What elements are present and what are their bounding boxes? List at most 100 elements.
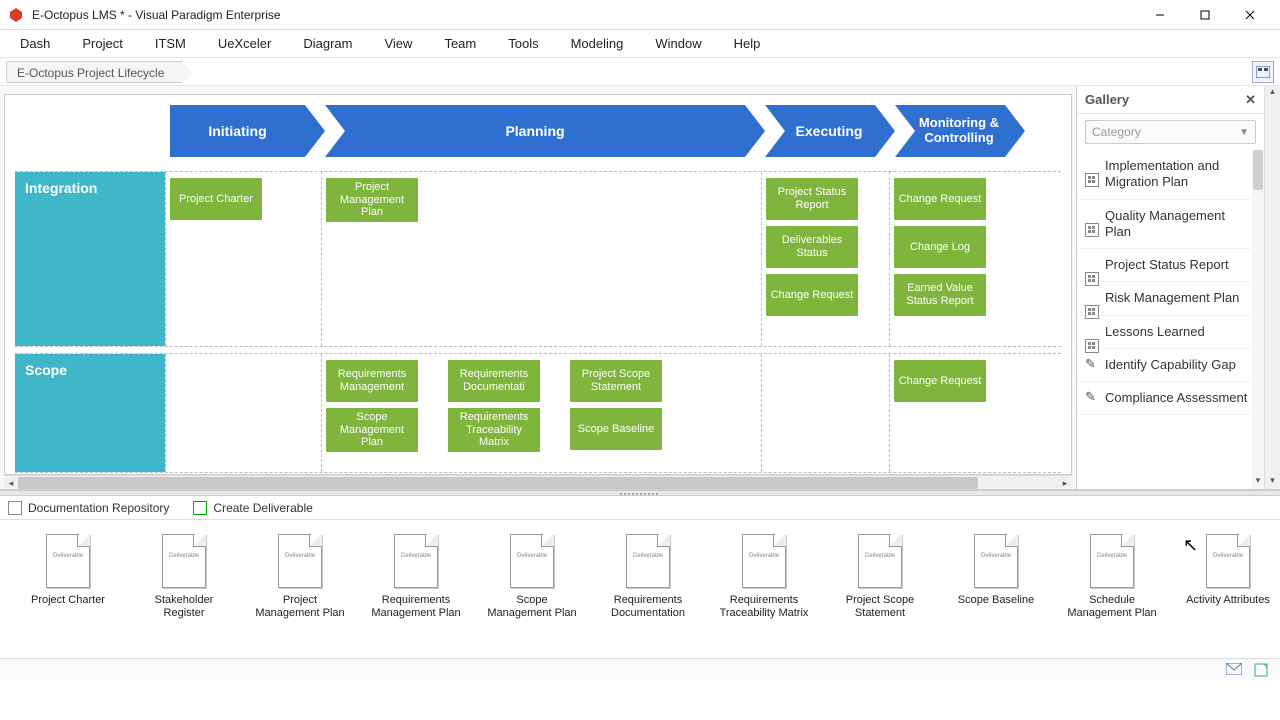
workspace: Initiating Planning Executing Monitoring… (0, 86, 1280, 490)
document-icon: Deliverable (626, 534, 670, 588)
deliverables-list: DeliverableProject Charter DeliverableSt… (0, 520, 1280, 658)
note-icon[interactable] (1254, 663, 1270, 677)
gallery-item[interactable]: Risk Management Plan (1077, 282, 1264, 315)
menu-dash[interactable]: Dash (4, 32, 66, 55)
tab-documentation-repository[interactable]: Documentation Repository (8, 501, 169, 515)
card-earned-value-status-report[interactable]: Earned Value Status Report (894, 274, 986, 316)
menu-uexceler[interactable]: UeXceler (202, 32, 287, 55)
menu-project[interactable]: Project (66, 32, 138, 55)
card-change-request-exec[interactable]: Change Request (766, 274, 858, 316)
mail-icon[interactable] (1226, 663, 1242, 677)
scroll-up-arrow-icon[interactable]: ▴ (1265, 86, 1280, 100)
menu-team[interactable]: Team (428, 32, 492, 55)
gallery-close-icon[interactable]: ✕ (1245, 92, 1256, 108)
document-icon: Deliverable (46, 534, 90, 588)
phase-planning[interactable]: Planning (325, 105, 745, 157)
cell-scope-executing (761, 354, 889, 472)
card-scope-management-plan[interactable]: Scope Management Plan (326, 408, 418, 452)
card-requirements-traceability-matrix[interactable]: Requirements Traceability Matrix (448, 408, 540, 452)
card-scope-baseline[interactable]: Scope Baseline (570, 408, 662, 450)
scroll-down-arrow-icon[interactable]: ▾ (1252, 475, 1264, 489)
bottom-tabs: Documentation Repository Create Delivera… (0, 496, 1280, 520)
workspace-vertical-scrollbar[interactable]: ▴ ▾ (1264, 86, 1280, 489)
gallery-vertical-scrollbar[interactable]: ▾ (1252, 150, 1264, 489)
deliverable-item[interactable]: DeliverableProject Management Plan (252, 534, 348, 644)
scroll-down-arrow-icon[interactable]: ▾ (1265, 475, 1280, 489)
gallery-item[interactable]: Project Status Report (1077, 249, 1264, 282)
card-deliverables-status[interactable]: Deliverables Status (766, 226, 858, 268)
row-integration: Integration Project Charter Project Mana… (15, 171, 1061, 347)
deliverable-item[interactable]: DeliverableRequirements Documentation (600, 534, 696, 644)
breadcrumb-item[interactable]: E-Octopus Project Lifecycle (6, 61, 183, 83)
phase-initiating[interactable]: Initiating (170, 105, 305, 157)
card-requirements-management[interactable]: Requirements Management (326, 360, 418, 402)
gallery-item[interactable]: Lessons Learned (1077, 316, 1264, 349)
deliverable-item[interactable]: DeliverableRequirements Traceability Mat… (716, 534, 812, 644)
gallery-list: Implementation and Migration Plan Qualit… (1077, 150, 1264, 489)
deliverable-item[interactable]: DeliverableActivity Attributes (1180, 534, 1276, 644)
card-project-management-plan[interactable]: Project Management Plan (326, 178, 418, 222)
document-icon: Deliverable (1206, 534, 1250, 588)
gallery-panel: Gallery ✕ Category ▼ Implementation and … (1076, 86, 1264, 489)
view-switcher-icon[interactable] (1252, 61, 1274, 83)
gallery-item[interactable]: Identify Capability Gap (1077, 349, 1264, 382)
document-icon: Deliverable (162, 534, 206, 588)
window-minimize-button[interactable] (1137, 1, 1182, 29)
card-project-status-report[interactable]: Project Status Report (766, 178, 858, 220)
row-label-scope[interactable]: Scope (15, 354, 165, 472)
card-project-charter[interactable]: Project Charter (170, 178, 262, 220)
gallery-header: Gallery ✕ (1077, 86, 1264, 114)
deliverable-item[interactable]: DeliverableProject Scope Statement (832, 534, 928, 644)
card-change-log[interactable]: Change Log (894, 226, 986, 268)
scroll-thumb[interactable] (1253, 150, 1263, 190)
scroll-left-arrow-icon[interactable]: ◂ (4, 476, 18, 489)
row-scope: Scope Requirements Management Scope Mana… (15, 353, 1061, 473)
gallery-title: Gallery (1085, 92, 1129, 107)
deliverable-item[interactable]: DeliverableRequirements Management Plan (368, 534, 464, 644)
cell-integration-executing: Project Status Report Deliverables Statu… (761, 172, 889, 346)
breadcrumb-bar: E-Octopus Project Lifecycle (0, 58, 1280, 86)
card-change-request-scope[interactable]: Change Request (894, 360, 986, 402)
deliverable-item[interactable]: DeliverableScope Baseline (948, 534, 1044, 644)
process-grid: Integration Project Charter Project Mana… (15, 171, 1061, 473)
menu-tools[interactable]: Tools (492, 32, 554, 55)
cell-scope-monitoring: Change Request (889, 354, 1017, 472)
gallery-category-select[interactable]: Category ▼ (1085, 120, 1256, 144)
deliverable-item[interactable]: DeliverableScope Management Plan (484, 534, 580, 644)
canvas-horizontal-scrollbar[interactable]: ◂ ▸ (4, 475, 1072, 489)
card-requirements-documentation[interactable]: Requirements Documentati (448, 360, 540, 402)
phase-executing[interactable]: Executing (765, 105, 875, 157)
row-label-integration[interactable]: Integration (15, 172, 165, 346)
deliverables-panel: DeliverableProject Charter DeliverableSt… (0, 520, 1280, 658)
phase-monitoring-controlling[interactable]: Monitoring & Controlling (895, 105, 1005, 157)
tab-create-deliverable[interactable]: Create Deliverable (193, 501, 312, 515)
menu-view[interactable]: View (368, 32, 428, 55)
deliverable-item[interactable]: DeliverableStakeholder Register (136, 534, 232, 644)
window-maximize-button[interactable] (1182, 1, 1227, 29)
gallery-item[interactable]: Compliance Assessment (1077, 382, 1264, 415)
lifecycle-canvas[interactable]: Initiating Planning Executing Monitoring… (4, 94, 1072, 475)
template-icon (1085, 223, 1099, 237)
cell-integration-planning: Project Management Plan (321, 172, 761, 346)
gallery-category-placeholder: Category (1092, 125, 1141, 139)
menu-itsm[interactable]: ITSM (139, 32, 202, 55)
menu-help[interactable]: Help (718, 32, 777, 55)
menu-modeling[interactable]: Modeling (555, 32, 640, 55)
status-bar (0, 658, 1280, 680)
deliverable-item[interactable]: DeliverableSchedule Management Plan (1064, 534, 1160, 644)
document-icon: Deliverable (858, 534, 902, 588)
app-logo-icon (8, 7, 24, 23)
window-close-button[interactable] (1227, 1, 1272, 29)
scroll-right-arrow-icon[interactable]: ▸ (1058, 476, 1072, 489)
action-icon (1085, 358, 1099, 372)
menu-diagram[interactable]: Diagram (287, 32, 368, 55)
scroll-thumb[interactable] (18, 477, 978, 489)
card-project-scope-statement[interactable]: Project Scope Statement (570, 360, 662, 402)
card-change-request-mon[interactable]: Change Request (894, 178, 986, 220)
title-bar: E-Octopus LMS * - Visual Paradigm Enterp… (0, 0, 1280, 30)
gallery-item[interactable]: Quality Management Plan (1077, 200, 1264, 250)
repository-icon (8, 501, 22, 515)
deliverable-item[interactable]: DeliverableProject Charter (20, 534, 116, 644)
menu-window[interactable]: Window (639, 32, 717, 55)
gallery-item[interactable]: Implementation and Migration Plan (1077, 150, 1264, 200)
